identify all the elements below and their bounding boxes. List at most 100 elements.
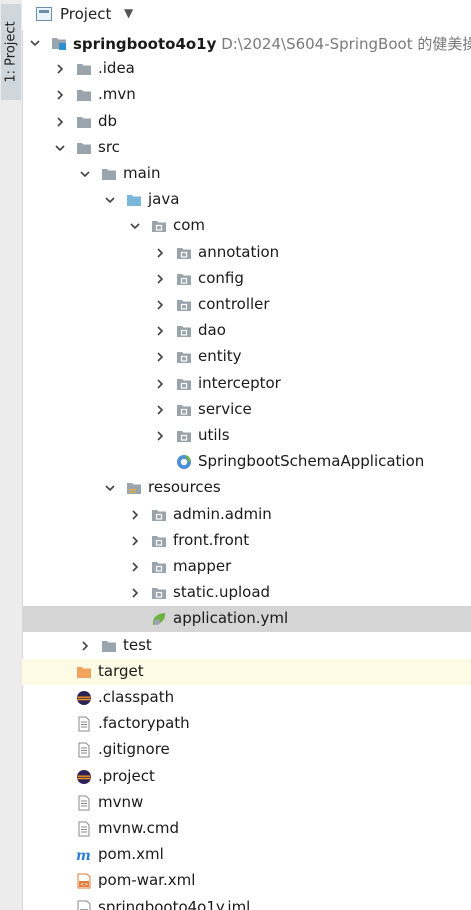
tree-row-main-folder[interactable]: main xyxy=(22,161,471,187)
tree-row-entity-package[interactable]: entity xyxy=(22,344,471,370)
module-name: springbooto4o1y xyxy=(73,35,217,53)
tree-row-label: front.front xyxy=(173,530,250,549)
package-icon xyxy=(176,297,192,313)
source-folder-icon xyxy=(126,192,142,208)
package-icon xyxy=(176,323,192,339)
collapse-arrow-icon[interactable] xyxy=(154,404,166,416)
tree-row-label: application.yml xyxy=(173,609,289,628)
collapse-arrow-icon[interactable] xyxy=(129,509,141,521)
text-file-icon xyxy=(76,821,92,837)
tree-row-label: target xyxy=(98,661,144,680)
tree-row-springboot-application-class[interactable]: SpringbootSchemaApplication xyxy=(22,449,471,475)
tree-row-label: com xyxy=(173,216,206,235)
collapse-arrow-icon[interactable] xyxy=(154,351,166,363)
tree-row-label: utils xyxy=(198,426,230,444)
collapse-arrow-icon[interactable] xyxy=(154,325,166,337)
project-tool-tab[interactable]: 1: Project xyxy=(1,4,21,100)
project-view-title[interactable]: Project xyxy=(60,5,111,23)
tree-row-root[interactable]: springbooto4o1y D:\2024\S604-SpringBoot … xyxy=(22,30,471,56)
project-tool-tab-label: 1: Project xyxy=(3,21,19,83)
tree-row-src-folder[interactable]: src xyxy=(22,135,471,161)
tree-row-label: .mvn xyxy=(98,85,136,104)
tree-row-project-file[interactable]: .project xyxy=(22,764,471,790)
tree-row-application-yml-file[interactable]: application.yml xyxy=(22,606,471,633)
expand-arrow-icon[interactable] xyxy=(129,220,141,232)
tree-row-utils-package[interactable]: utils xyxy=(22,423,471,449)
collapse-arrow-icon[interactable] xyxy=(154,299,166,311)
tree-row-static-upload-package[interactable]: static.upload xyxy=(22,580,471,606)
tree-row-service-package[interactable]: service xyxy=(22,397,471,423)
tree-row-front-package[interactable]: front.front xyxy=(22,528,471,554)
tree-row-label: mvnw xyxy=(98,792,144,811)
tree-row-interceptor-package[interactable]: interceptor xyxy=(22,371,471,397)
tree-row-mvn-folder[interactable]: .mvn xyxy=(22,82,471,108)
folder-icon xyxy=(76,140,92,156)
tree-row-pom-war-xml-file[interactable]: <> pom-war.xml xyxy=(22,868,471,894)
tree-row-resources-folder[interactable]: resources xyxy=(22,475,471,501)
tree-row-controller-package[interactable]: controller xyxy=(22,292,471,318)
tree-row-label: resources xyxy=(148,478,221,497)
tree-row-admin-package[interactable]: admin.admin xyxy=(22,502,471,528)
tree-row-mapper-package[interactable]: mapper xyxy=(22,554,471,580)
text-file-icon xyxy=(76,742,92,758)
tree-row-mvnw-file[interactable]: mvnw xyxy=(22,790,471,816)
package-icon xyxy=(176,402,192,418)
collapse-arrow-icon[interactable] xyxy=(154,430,166,442)
expand-arrow-icon[interactable] xyxy=(29,37,41,49)
expand-arrow-icon[interactable] xyxy=(104,482,116,494)
resources-folder-icon xyxy=(126,480,142,496)
collapse-arrow-icon[interactable] xyxy=(79,640,91,652)
maven-icon: m xyxy=(76,847,92,863)
tree-row-target-folder[interactable]: target xyxy=(22,658,471,685)
eclipse-file-icon xyxy=(76,769,92,785)
tree-row-label: .project xyxy=(98,766,155,785)
collapse-arrow-icon[interactable] xyxy=(154,378,166,390)
package-icon xyxy=(176,245,192,261)
module-path: D:\2024\S604-SpringBoot 的健美操i xyxy=(221,35,471,53)
spring-boot-class-icon xyxy=(176,454,192,470)
tree-row-iml-file[interactable]: springbooto4o1y.iml xyxy=(22,895,471,910)
tree-row-db-folder[interactable]: db xyxy=(22,109,471,135)
collapse-arrow-icon[interactable] xyxy=(129,535,141,547)
tree-row-label: springbooto4o1y D:\2024\S604-SpringBoot … xyxy=(73,33,471,54)
tree-row-label: .classpath xyxy=(98,688,175,706)
tree-row-annotation-package[interactable]: annotation xyxy=(22,240,471,266)
package-icon xyxy=(151,533,167,549)
tree-row-idea-folder[interactable]: .idea xyxy=(22,56,471,82)
tree-row-dao-package[interactable]: dao xyxy=(22,318,471,344)
tree-row-config-package[interactable]: config xyxy=(22,266,471,292)
tree-row-label: pom.xml xyxy=(98,845,164,864)
tree-row-java-folder[interactable]: java xyxy=(22,187,471,213)
tree-row-mvnw-cmd-file[interactable]: mvnw.cmd xyxy=(22,816,471,842)
tree-row-com-package[interactable]: com xyxy=(22,213,471,239)
package-icon xyxy=(176,349,192,365)
tree-row-gitignore-file[interactable]: .gitignore xyxy=(22,737,471,763)
collapse-arrow-icon[interactable] xyxy=(54,89,66,101)
collapse-arrow-icon[interactable] xyxy=(54,116,66,128)
expand-arrow-icon[interactable] xyxy=(79,168,91,180)
spring-config-icon xyxy=(151,611,167,627)
tree-row-label: .idea xyxy=(98,59,135,78)
tree-row-label: java xyxy=(148,190,180,209)
tree-row-label: service xyxy=(198,399,252,418)
tree-row-label: db xyxy=(98,111,118,130)
collapse-arrow-icon[interactable] xyxy=(54,63,66,75)
collapse-arrow-icon[interactable] xyxy=(129,561,141,573)
collapse-arrow-icon[interactable] xyxy=(154,247,166,259)
xml-file-icon: <> xyxy=(76,873,92,889)
tree-row-label: mapper xyxy=(173,557,232,575)
tree-row-label: pom-war.xml xyxy=(98,871,196,890)
collapse-arrow-icon[interactable] xyxy=(154,273,166,285)
folder-icon xyxy=(101,166,117,182)
collapse-arrow-icon[interactable] xyxy=(129,587,141,599)
view-dropdown-icon[interactable]: ▼ xyxy=(124,6,133,20)
eclipse-file-icon xyxy=(76,690,92,706)
tool-window-sidebar: 1: Project xyxy=(0,0,23,910)
tree-row-classpath-file[interactable]: .classpath xyxy=(22,685,471,711)
expand-arrow-icon[interactable] xyxy=(104,194,116,206)
tree-row-pom-xml-file[interactable]: m pom.xml xyxy=(22,842,471,868)
expand-arrow-icon[interactable] xyxy=(54,142,66,154)
tree-row-test-folder[interactable]: test xyxy=(22,633,471,659)
module-icon xyxy=(51,35,67,51)
tree-row-factorypath-file[interactable]: .factorypath xyxy=(22,711,471,737)
